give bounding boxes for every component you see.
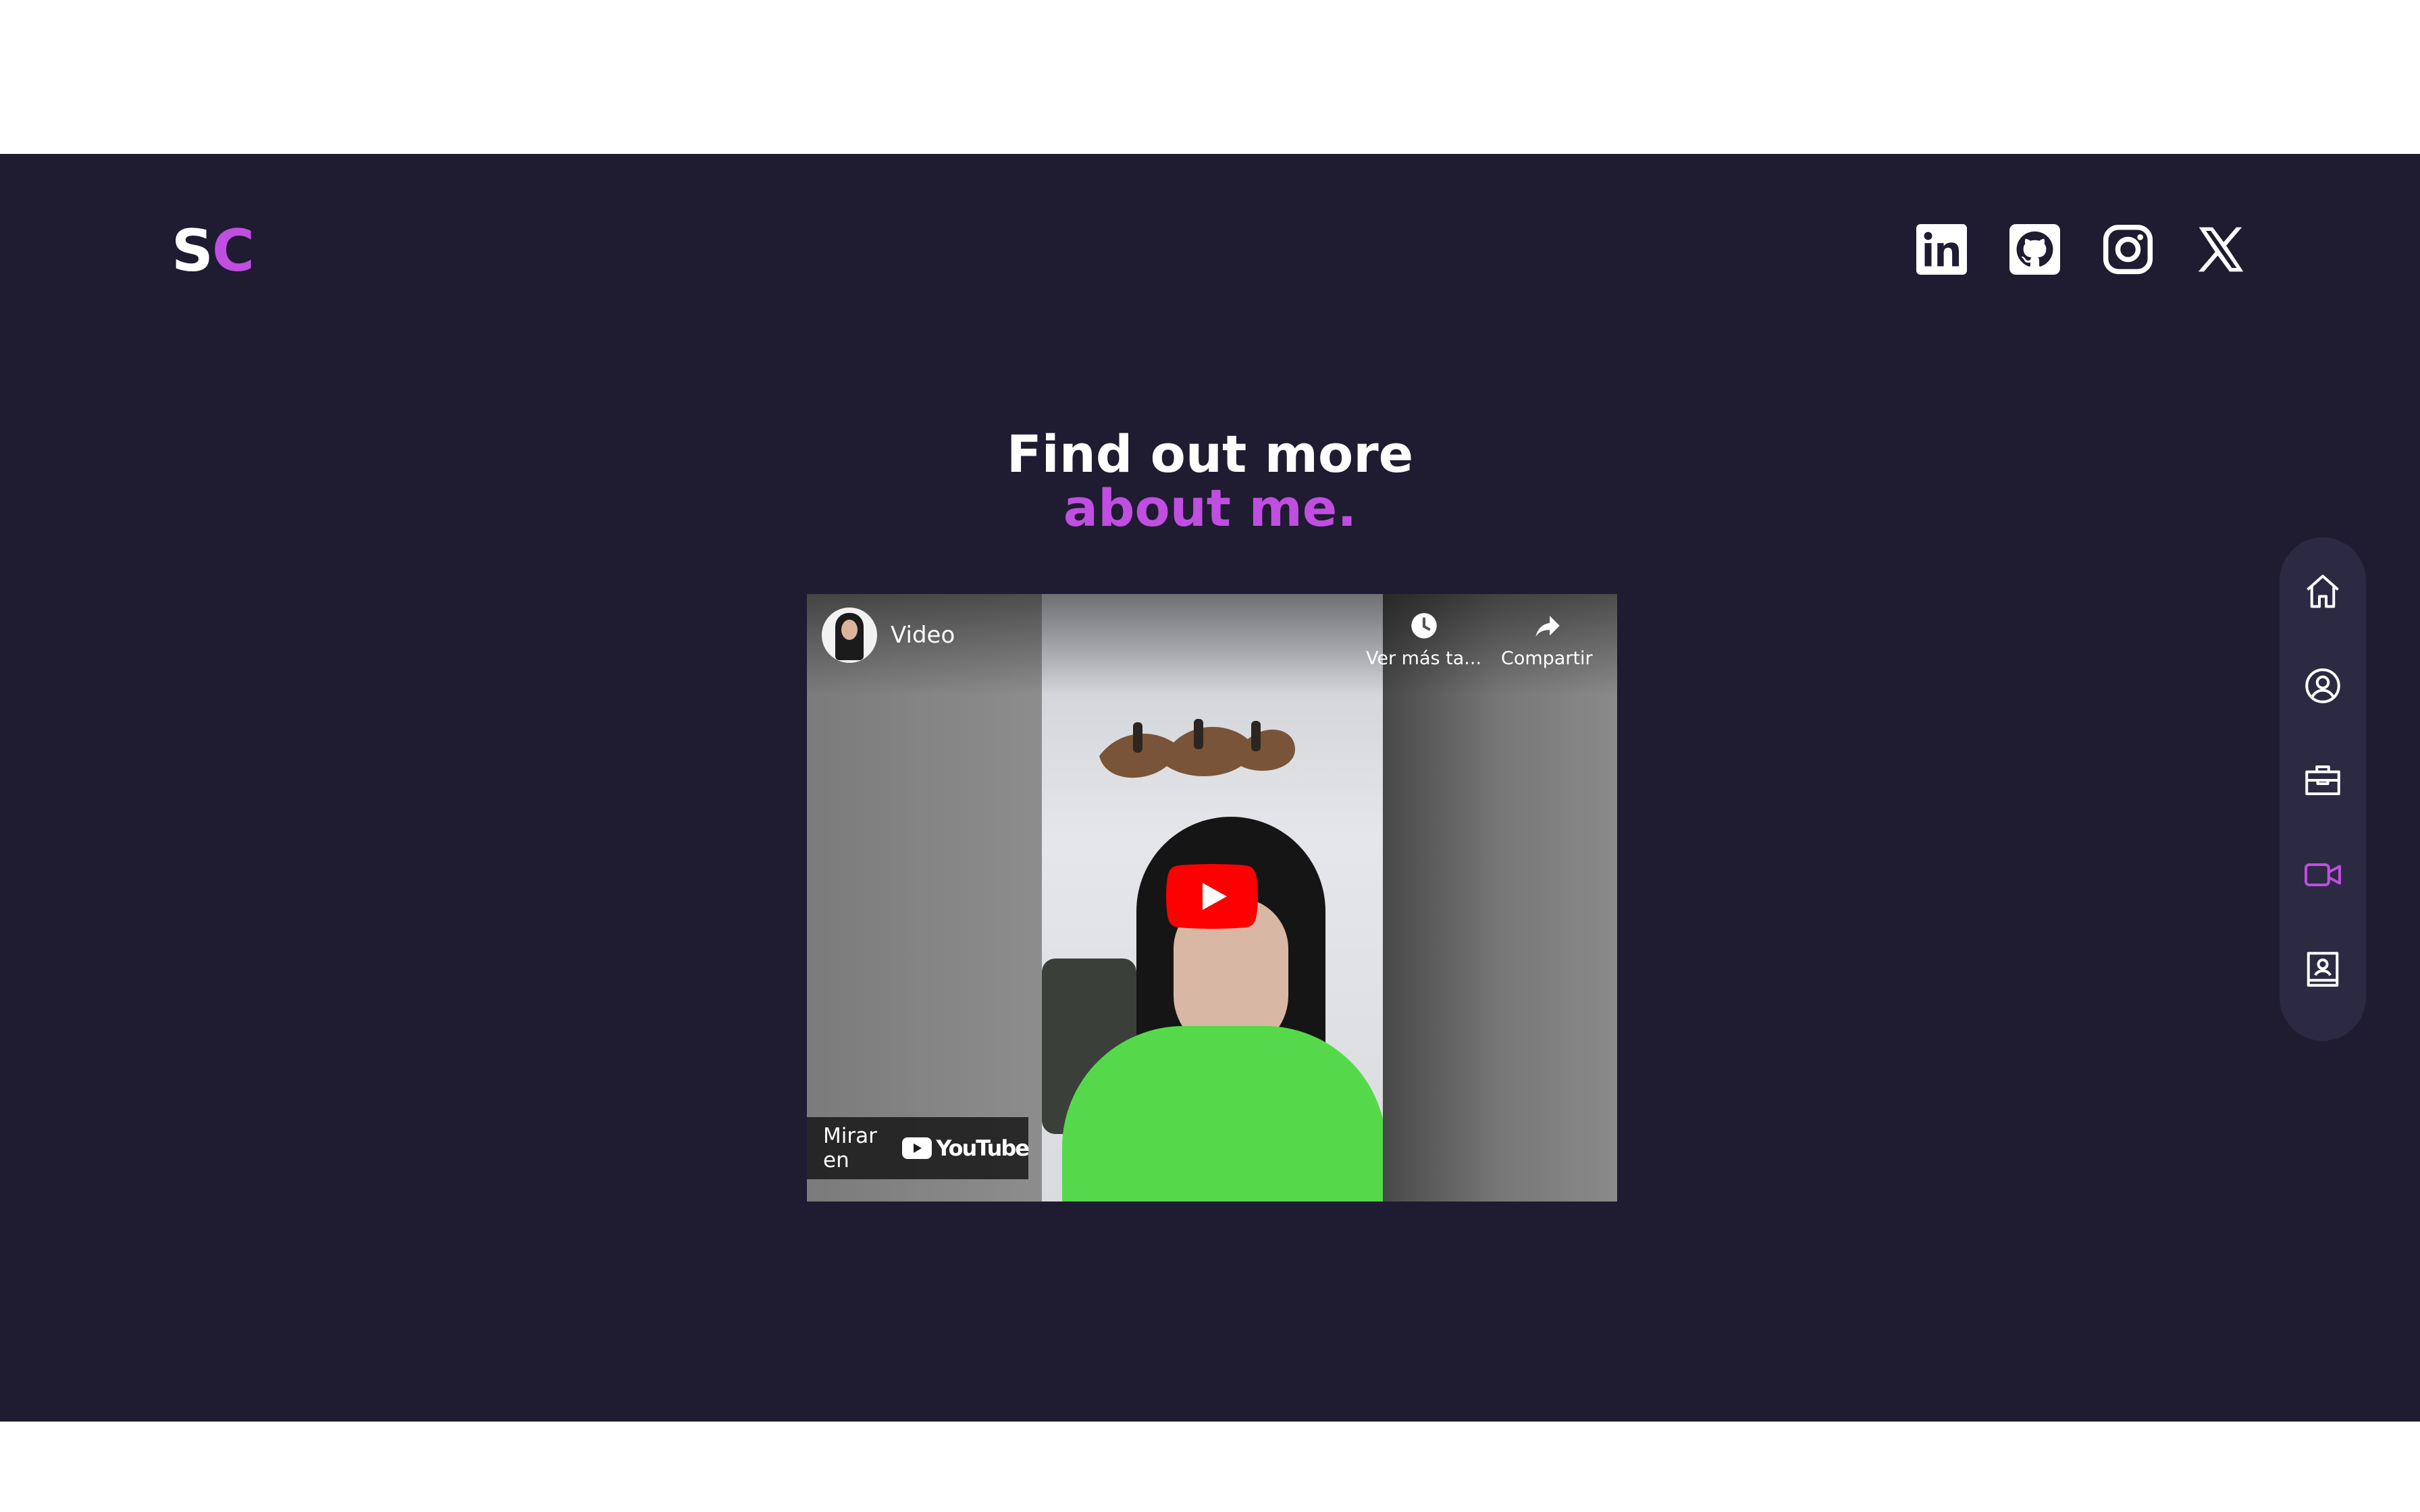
nav-experience[interactable] [2303, 760, 2343, 801]
page-section: SC Find out more about me. Video Ver más… [0, 154, 2420, 1422]
youtube-video-embed[interactable]: Video Ver más ta... Compartir Mirar en Y… [807, 594, 1617, 1202]
contact-book-icon [2307, 952, 2339, 987]
watch-later-button[interactable]: Ver más ta... [1366, 609, 1481, 669]
briefcase-icon [2305, 765, 2340, 795]
share-button[interactable]: Compartir [1501, 609, 1593, 669]
heading-line-2: about me. [1063, 478, 1357, 538]
linkedin-icon [1916, 224, 1967, 275]
channel-avatar[interactable] [822, 608, 877, 663]
x-icon [2198, 227, 2244, 272]
share-arrow-icon [1535, 616, 1560, 637]
youtube-logo: YouTube [902, 1135, 1030, 1161]
youtube-play-icon [902, 1137, 932, 1159]
wall-hook-image [1099, 719, 1295, 778]
nav-home[interactable] [2303, 571, 2343, 612]
x-link[interactable] [2196, 224, 2246, 275]
nav-about[interactable] [2303, 666, 2343, 706]
github-link[interactable] [2009, 224, 2060, 275]
logo-letter-c: C [211, 217, 255, 285]
github-icon [2009, 224, 2060, 275]
watch-on-youtube-button[interactable]: Mirar en YouTube [807, 1117, 1030, 1179]
nav-contact[interactable] [2303, 949, 2343, 990]
watch-on-label: Mirar en [823, 1124, 877, 1172]
share-label: Compartir [1501, 648, 1593, 669]
site-logo[interactable]: SC [172, 217, 255, 285]
social-links [1916, 224, 2246, 275]
section-heading: Find out more about me. [0, 427, 2420, 535]
person-shirt-image [1062, 1026, 1383, 1202]
instagram-icon [2103, 224, 2153, 275]
logo-letter-s: S [172, 217, 213, 285]
heading-line-1: Find out more [1006, 424, 1414, 484]
clock-icon [1411, 613, 1437, 639]
youtube-wordmark: YouTube [936, 1135, 1030, 1161]
user-circle-icon [2305, 668, 2340, 703]
watch-later-label: Ver más ta... [1366, 648, 1482, 669]
instagram-link[interactable] [2103, 224, 2153, 275]
video-camera-icon [2305, 863, 2341, 886]
nav-video[interactable] [2303, 855, 2343, 895]
video-title[interactable]: Video [891, 622, 955, 649]
home-icon [2307, 574, 2339, 608]
video-channel-info[interactable]: Video [822, 608, 955, 663]
linkedin-link[interactable] [1916, 224, 1967, 275]
side-navigation [2280, 537, 2366, 1041]
play-button-icon[interactable] [1166, 864, 1258, 929]
